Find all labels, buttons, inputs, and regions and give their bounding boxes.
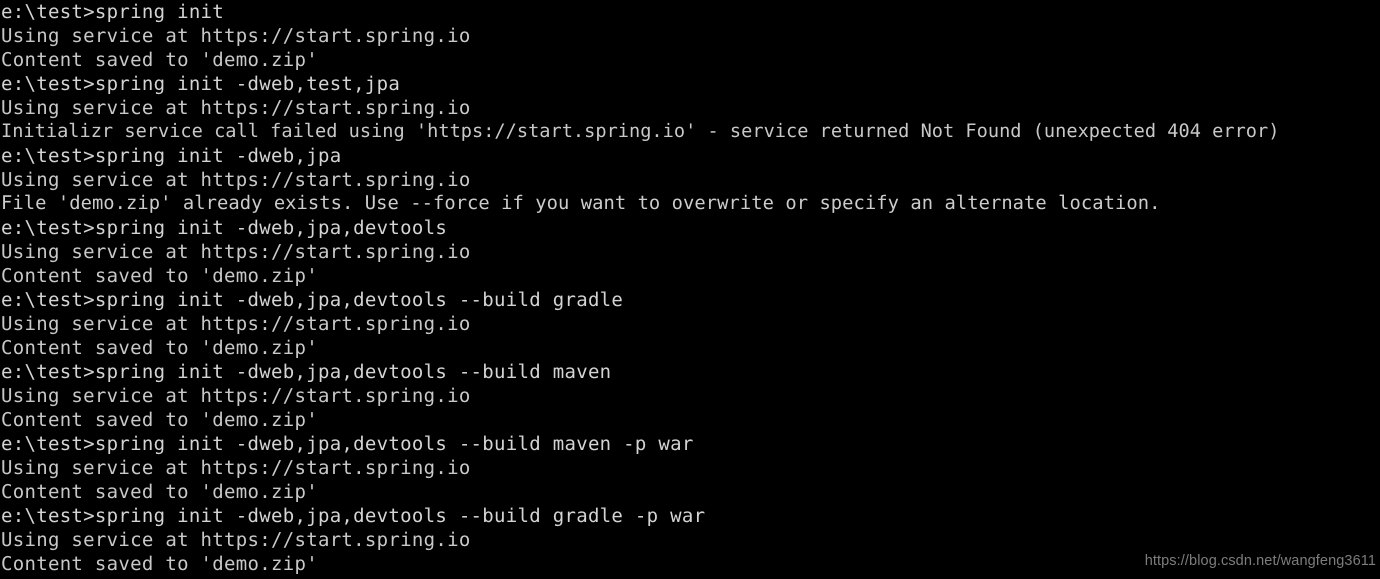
- terminal-output-line: Content saved to 'demo.zip': [1, 553, 318, 575]
- terminal-command-line: e:\test>spring init -dweb,jpa: [1, 145, 342, 167]
- terminal-output-line: Content saved to 'demo.zip': [1, 337, 318, 359]
- terminal-output-line: Using service at https://start.spring.io: [1, 169, 471, 191]
- terminal-command-line: e:\test>spring init -dweb,jpa,devtools -…: [1, 433, 694, 455]
- terminal-output-line: Using service at https://start.spring.io: [1, 241, 471, 263]
- terminal-output-line: Content saved to 'demo.zip': [1, 49, 318, 71]
- terminal-output-line: Content saved to 'demo.zip': [1, 409, 318, 431]
- terminal-output-line: Content saved to 'demo.zip': [1, 481, 318, 503]
- terminal-window[interactable]: e:\test>spring init Using service at http…: [0, 0, 1380, 579]
- terminal-output-line: File 'demo.zip' already exists. Use --fo…: [1, 193, 1161, 214]
- terminal-command-line: e:\test>spring init -dweb,test,jpa: [1, 73, 401, 95]
- terminal-output-line: Using service at https://start.spring.io: [1, 25, 471, 47]
- terminal-output-area[interactable]: e:\test>spring init Using service at http…: [0, 0, 1380, 579]
- terminal-output-line: Using service at https://start.spring.io: [1, 457, 471, 479]
- terminal-command-line: e:\test>spring init -dweb,jpa,devtools -…: [1, 505, 706, 527]
- terminal-command-line: e:\test>spring init -dweb,jpa,devtools: [1, 217, 448, 239]
- terminal-output-line: Using service at https://start.spring.io: [1, 313, 471, 335]
- terminal-command-line: e:\test>spring init -dweb,jpa,devtools -…: [1, 361, 612, 383]
- terminal-output-line: Using service at https://start.spring.io: [1, 97, 471, 119]
- terminal-output-line: Content saved to 'demo.zip': [1, 265, 318, 287]
- terminal-command-line: e:\test>spring init -dweb,jpa,devtools -…: [1, 289, 624, 311]
- terminal-output-line: Using service at https://start.spring.io: [1, 385, 471, 407]
- terminal-command-line: e:\test>spring init: [1, 1, 225, 23]
- terminal-output-line: Initializr service call failed using 'ht…: [1, 121, 1280, 142]
- terminal-output-line: Using service at https://start.spring.io: [1, 529, 471, 551]
